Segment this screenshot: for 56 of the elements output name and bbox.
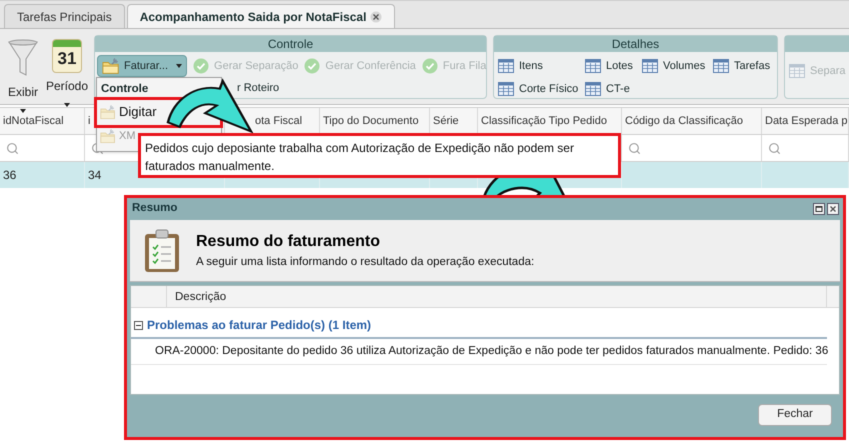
table-cell: 34 — [88, 168, 102, 182]
menu-title: Controle — [101, 83, 148, 95]
column-header[interactable]: Série — [433, 115, 459, 127]
close-icon[interactable] — [370, 10, 382, 22]
table-icon — [713, 59, 729, 73]
table-icon — [585, 82, 601, 96]
column-header[interactable]: Data Esperada p — [765, 115, 848, 127]
column-header[interactable]: Classificação Tipo Pedido — [481, 115, 607, 127]
collapse-icon[interactable] — [134, 320, 143, 330]
column-header[interactable]: i — [88, 115, 90, 127]
table-icon — [789, 64, 805, 78]
toolbar-button[interactable]: Lotes — [585, 55, 642, 77]
column-header[interactable]: Código da Classificação — [625, 115, 744, 127]
toolbar-button[interactable]: Volumes — [642, 55, 713, 77]
group-title: Controle — [268, 37, 314, 51]
callout-text: Pedidos cujo deposiante trabalha com Autorização de Expedição não podem ser faturados manualmente. — [145, 140, 575, 175]
table-cell: 36 — [3, 168, 16, 182]
toolbar-button[interactable]: Tarefas — [713, 55, 773, 77]
search-icon[interactable] — [628, 142, 641, 154]
search-icon[interactable] — [768, 142, 781, 154]
invoice-menu-button[interactable]: Faturar... — [97, 55, 188, 77]
search-icon[interactable] — [6, 142, 19, 154]
calendar-icon: 31 — [52, 39, 82, 73]
column-header[interactable]: Tipo do Documento — [323, 115, 419, 127]
toolbar-button[interactable]: Itens — [498, 55, 585, 77]
toolbar-button[interactable]: Corte Físico — [498, 78, 585, 100]
check-circle-icon — [304, 58, 320, 74]
folder-wrench-icon — [100, 104, 116, 120]
toolbar-button[interactable]: CT-e — [585, 78, 642, 100]
dialog-title: Resumo — [132, 201, 178, 216]
clipboard-icon — [144, 228, 180, 272]
menu-item[interactable]: Digitar — [119, 102, 157, 122]
table-icon — [585, 59, 601, 73]
folder-wrench-icon — [100, 128, 116, 144]
message-text: ORA-20000: Depositante do pedido 36 utiliza Autorização de Expedição e não pode ter pedidos faturados manualmente. Pedido: 36 — [155, 344, 828, 359]
dialog-heading: Resumo do faturamento — [196, 232, 382, 252]
check-circle-icon — [422, 58, 438, 74]
column-header[interactable]: Descrição — [175, 291, 226, 303]
group-title: Problemas ao faturar Pedido(s) (1 Item) — [147, 317, 372, 334]
group-title: Detalhes — [612, 37, 660, 51]
check-circle-icon — [193, 58, 210, 74]
dialog-subtitle: A seguir uma lista informando o resultado da operação executada: — [196, 254, 534, 270]
table-icon — [642, 59, 658, 73]
folder-wrench-icon — [102, 58, 120, 74]
maximize-icon[interactable] — [813, 203, 825, 215]
close-dialog-button[interactable]: Fechar — [758, 404, 832, 426]
group-header-bar — [785, 36, 849, 52]
table-icon — [498, 59, 514, 73]
tab[interactable]: Acompanhamento Saida por NotaFiscal — [126, 4, 396, 28]
column-header[interactable]: ota Fiscal — [255, 115, 302, 127]
close-icon[interactable] — [827, 203, 839, 215]
column-header[interactable]: idNotaFiscal — [3, 115, 64, 127]
caret-icon — [176, 64, 182, 68]
table-icon — [498, 82, 514, 96]
tab[interactable]: Tarefas Principais — [4, 4, 125, 28]
toolbar-button[interactable]: r Roteiro — [237, 81, 280, 96]
